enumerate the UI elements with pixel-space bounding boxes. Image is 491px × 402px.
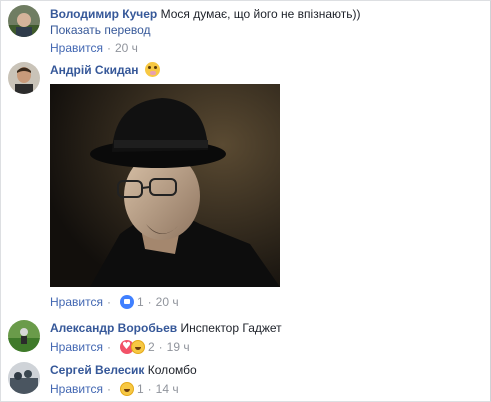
reaction-count[interactable]: 1 xyxy=(137,294,144,310)
reaction-count[interactable]: 2 xyxy=(148,339,155,355)
comment-time[interactable]: 20 ч xyxy=(115,40,138,56)
comment-text: Коломбо xyxy=(147,363,197,377)
comment-author[interactable]: Володимир Кучер xyxy=(50,7,157,21)
reaction-count[interactable]: 1 xyxy=(137,381,144,397)
avatar[interactable] xyxy=(8,62,40,94)
thinking-emoji-icon xyxy=(144,62,160,77)
comment-author[interactable]: Александр Воробьев xyxy=(50,321,177,335)
separator: · xyxy=(106,295,111,309)
comment-text: Мося думає, що його не впізнають)) xyxy=(160,7,361,21)
like-reaction-icon[interactable] xyxy=(119,295,134,309)
comment-photo[interactable] xyxy=(50,84,280,287)
reaction-icons[interactable] xyxy=(119,339,145,355)
comment-author[interactable]: Андрій Скидан xyxy=(50,63,139,77)
translate-link[interactable]: Показать перевод xyxy=(50,22,480,38)
separator: · xyxy=(147,382,152,396)
haha-reaction-icon xyxy=(130,340,145,354)
comment-time[interactable]: 20 ч xyxy=(156,294,179,310)
comment-text: Инспектор Гаджет xyxy=(180,321,282,335)
comment-time[interactable]: 14 ч xyxy=(156,381,179,397)
separator: · xyxy=(106,382,111,396)
separator: · xyxy=(147,295,152,309)
separator: · xyxy=(158,340,163,354)
like-link[interactable]: Нравится xyxy=(50,294,103,310)
comment-author[interactable]: Сергей Велесик xyxy=(50,363,144,377)
like-link[interactable]: Нравится xyxy=(50,381,103,397)
comment: Андрій Скидан Нравится · 1 · 20 ч xyxy=(8,62,478,312)
comment: Сергей Велесик Коломбо Нравится · 1 · 14… xyxy=(8,362,478,400)
separator: · xyxy=(106,41,111,55)
comment: Александр Воробьев Инспектор Гаджет Нрав… xyxy=(8,320,478,358)
like-link[interactable]: Нравится xyxy=(50,40,103,56)
comment: Володимир Кучер Мося думає, що його не в… xyxy=(8,5,480,56)
like-link[interactable]: Нравится xyxy=(50,339,103,355)
separator: · xyxy=(106,340,111,354)
haha-reaction-icon[interactable] xyxy=(119,382,134,396)
avatar[interactable] xyxy=(8,362,40,394)
comment-time[interactable]: 19 ч xyxy=(167,339,190,355)
avatar[interactable] xyxy=(8,5,40,37)
avatar[interactable] xyxy=(8,320,40,352)
